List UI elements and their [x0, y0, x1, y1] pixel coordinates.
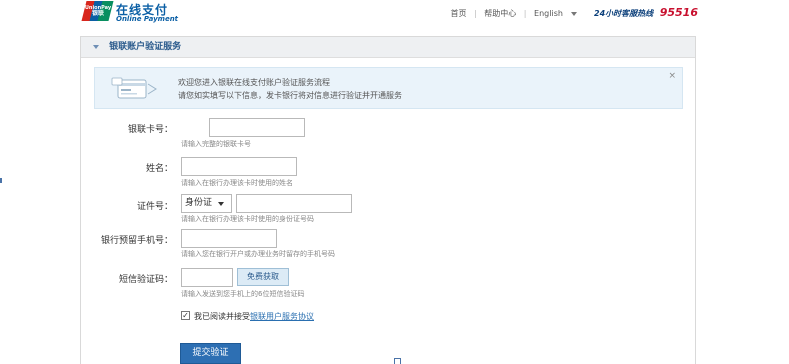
- notice-text-1: 欢迎您进入银联在线支付账户验证服务流程: [178, 78, 330, 87]
- bank-card-icon: [111, 77, 157, 99]
- card-number-input[interactable]: [209, 118, 305, 137]
- chevron-down-icon: [571, 11, 578, 16]
- hotline-number: 95516: [659, 6, 698, 19]
- chevron-down-icon: [218, 202, 224, 206]
- notice-text-2: 请您如实填写以下信息，发卡银行将对信息进行验证并开通服务: [178, 91, 402, 100]
- id-type-select[interactable]: 身份证: [181, 194, 232, 213]
- agree-checkbox[interactable]: ✓: [181, 311, 190, 320]
- id-type-value: 身份证: [185, 198, 213, 208]
- nav-separator: |: [474, 9, 477, 18]
- logo-text: UnionPay 银联: [84, 5, 112, 17]
- hotline-label: 24小时客服热线: [594, 9, 654, 18]
- name-hint: 请输入在银行办理该卡时使用的姓名: [181, 179, 293, 187]
- sms-code-input[interactable]: [181, 268, 233, 287]
- agree-text: 我已阅读并接受: [194, 312, 250, 321]
- sms-code-hint: 请输入发送到您手机上的6位短信验证码: [181, 290, 305, 298]
- notice-box: 欢迎您进入银联在线支付账户验证服务流程 请您如实填写以下信息，发卡银行将对信息进…: [94, 67, 683, 109]
- scroll-marker: [394, 358, 401, 364]
- close-icon[interactable]: ×: [668, 71, 676, 81]
- name-input[interactable]: [181, 157, 297, 176]
- card-number-hint: 请输入完整的银联卡号: [181, 140, 251, 148]
- site-header: UnionPay 银联 在线支付 Online Payment 首页 | 帮助中…: [0, 0, 789, 28]
- top-nav: 首页 | 帮助中心 | English 24小时客服热线 95516: [450, 6, 698, 19]
- service-agreement-link[interactable]: 银联用户服务协议: [250, 312, 314, 321]
- id-number-label: 证件号：: [136, 202, 173, 212]
- id-number-hint: 请输入在银行办理该卡时使用的身份证号码: [181, 215, 314, 223]
- id-number-input[interactable]: [236, 194, 352, 213]
- sms-code-label: 短信验证码：: [118, 275, 173, 285]
- name-label: 姓名：: [145, 164, 173, 174]
- phone-input[interactable]: [181, 229, 277, 248]
- panel-header: 银联账户验证服务: [81, 37, 695, 58]
- brand-subtitle: Online Payment: [116, 15, 179, 23]
- panel-title: 银联账户验证服务: [109, 42, 182, 52]
- language-selector[interactable]: English: [534, 9, 578, 18]
- nav-help-link[interactable]: 帮助中心: [484, 8, 516, 19]
- language-label: English: [534, 9, 563, 18]
- card-number-label: 银联卡号：: [127, 125, 173, 135]
- nav-home-link[interactable]: 首页: [450, 8, 466, 19]
- page-edge-marker: [0, 178, 2, 183]
- collapse-caret-icon: [93, 44, 99, 49]
- phone-label: 银行预留手机号：: [100, 236, 173, 246]
- verification-panel: 银联账户验证服务 欢迎您进入银联在线支付账户验证服务流程 请您如实填写以下信息，…: [80, 36, 696, 364]
- get-sms-code-button[interactable]: 免费获取: [237, 268, 289, 286]
- nav-separator: |: [523, 9, 527, 18]
- agree-statement: 我已阅读并接受银联用户服务协议: [194, 311, 314, 322]
- phone-hint: 请输入您在银行开户或办理业务时留存的手机号码: [181, 250, 335, 258]
- submit-verification-button[interactable]: 提交验证: [180, 343, 241, 364]
- unionpay-logo[interactable]: UnionPay 银联: [81, 1, 114, 21]
